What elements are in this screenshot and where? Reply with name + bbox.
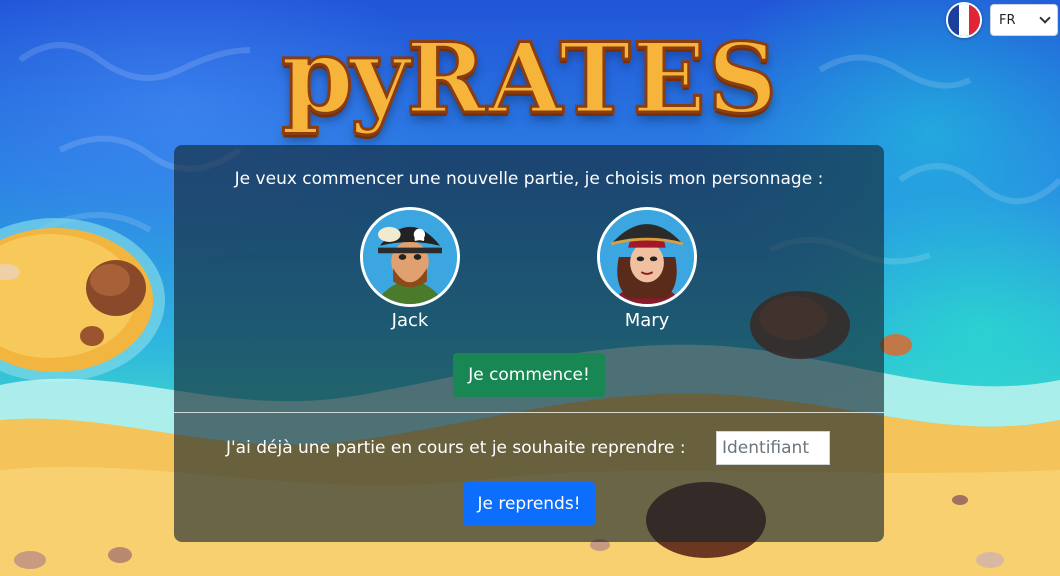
section-divider [174,412,884,413]
resume-game-label: J'ai déjà une partie en cours et je souh… [226,438,686,458]
french-flag-icon [946,2,982,38]
character-jack[interactable]: Jack [360,207,460,331]
flag-blue-band [948,4,959,36]
flag-white-band [958,4,970,36]
start-game-button[interactable]: Je commence! [453,353,605,397]
language-select[interactable]: FR [990,4,1058,36]
character-name-mary: Mary [624,310,670,331]
new-game-intro: Je veux commencer une nouvelle partie, j… [234,169,824,189]
pirate-mary-avatar [597,207,697,307]
logo-text-upper: RATES [405,22,780,135]
language-select-value: FR [999,12,1016,28]
logo-text: pyRATES [279,22,779,129]
logo-text-lower: py [279,14,411,137]
chevron-down-icon [1039,12,1051,24]
character-name-jack: Jack [391,310,429,331]
identifier-input[interactable] [716,431,830,465]
pirate-jack-avatar [360,207,460,307]
resume-game-button[interactable]: Je reprends! [463,482,595,526]
game-panel: Je veux commencer une nouvelle partie, j… [174,145,884,542]
character-mary[interactable]: Mary [597,207,697,331]
pyrates-logo: pyRATES [270,12,790,129]
